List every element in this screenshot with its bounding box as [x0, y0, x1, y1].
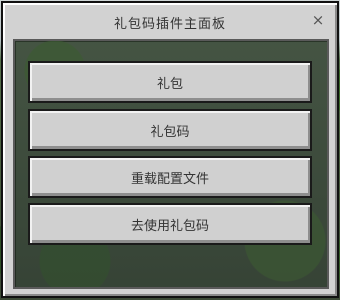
main-panel-dialog: 礼包码插件主面板 × 礼包 礼包码 重载配置文件 去使用礼包码 — [1, 1, 339, 298]
close-icon[interactable]: × — [309, 11, 327, 29]
gift-code-button[interactable]: 礼包码 — [28, 109, 312, 151]
reload-config-button[interactable]: 重载配置文件 — [28, 156, 312, 198]
panel-title: 礼包码插件主面板 — [113, 16, 226, 32]
gift-pack-button[interactable]: 礼包 — [28, 61, 312, 103]
button-list-area: 礼包 礼包码 重载配置文件 去使用礼包码 — [13, 39, 329, 289]
title-bar: 礼包码插件主面板 — [3, 3, 337, 41]
use-gift-code-button[interactable]: 去使用礼包码 — [28, 203, 312, 245]
